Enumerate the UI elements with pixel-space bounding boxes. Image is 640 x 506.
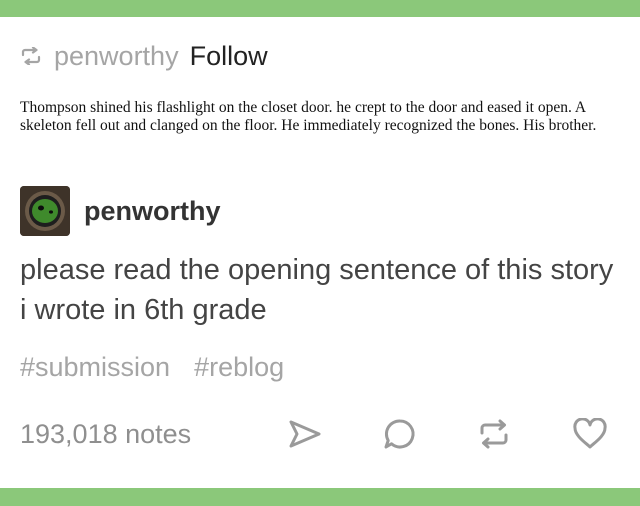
author-username[interactable]: penworthy bbox=[84, 196, 221, 227]
tag-submission[interactable]: #submission bbox=[20, 352, 170, 383]
quoted-story-text: Thompson shined his flashlight on the cl… bbox=[20, 99, 597, 134]
bottom-accent-bar bbox=[0, 488, 640, 506]
avatar[interactable] bbox=[20, 186, 70, 236]
post-header: penworthy Follow bbox=[20, 36, 268, 76]
tag-list: #submission #reblog bbox=[20, 352, 284, 383]
follow-button[interactable]: Follow bbox=[190, 41, 268, 72]
reblog-icon bbox=[20, 44, 44, 68]
tag-reblog[interactable]: #reblog bbox=[194, 352, 284, 383]
reblog-icon[interactable] bbox=[474, 414, 514, 454]
post-body-text: please read the opening sentence of this… bbox=[20, 254, 614, 326]
top-accent-bar bbox=[0, 0, 640, 17]
like-icon[interactable] bbox=[570, 414, 610, 454]
post-footer: 193,018 notes bbox=[20, 412, 620, 456]
reply-icon[interactable] bbox=[380, 414, 420, 454]
author-row: penworthy bbox=[20, 185, 221, 237]
reblogged-from-username[interactable]: penworthy bbox=[54, 41, 179, 72]
share-icon[interactable] bbox=[285, 414, 325, 454]
notes-count[interactable]: 193,018 notes bbox=[20, 419, 191, 450]
